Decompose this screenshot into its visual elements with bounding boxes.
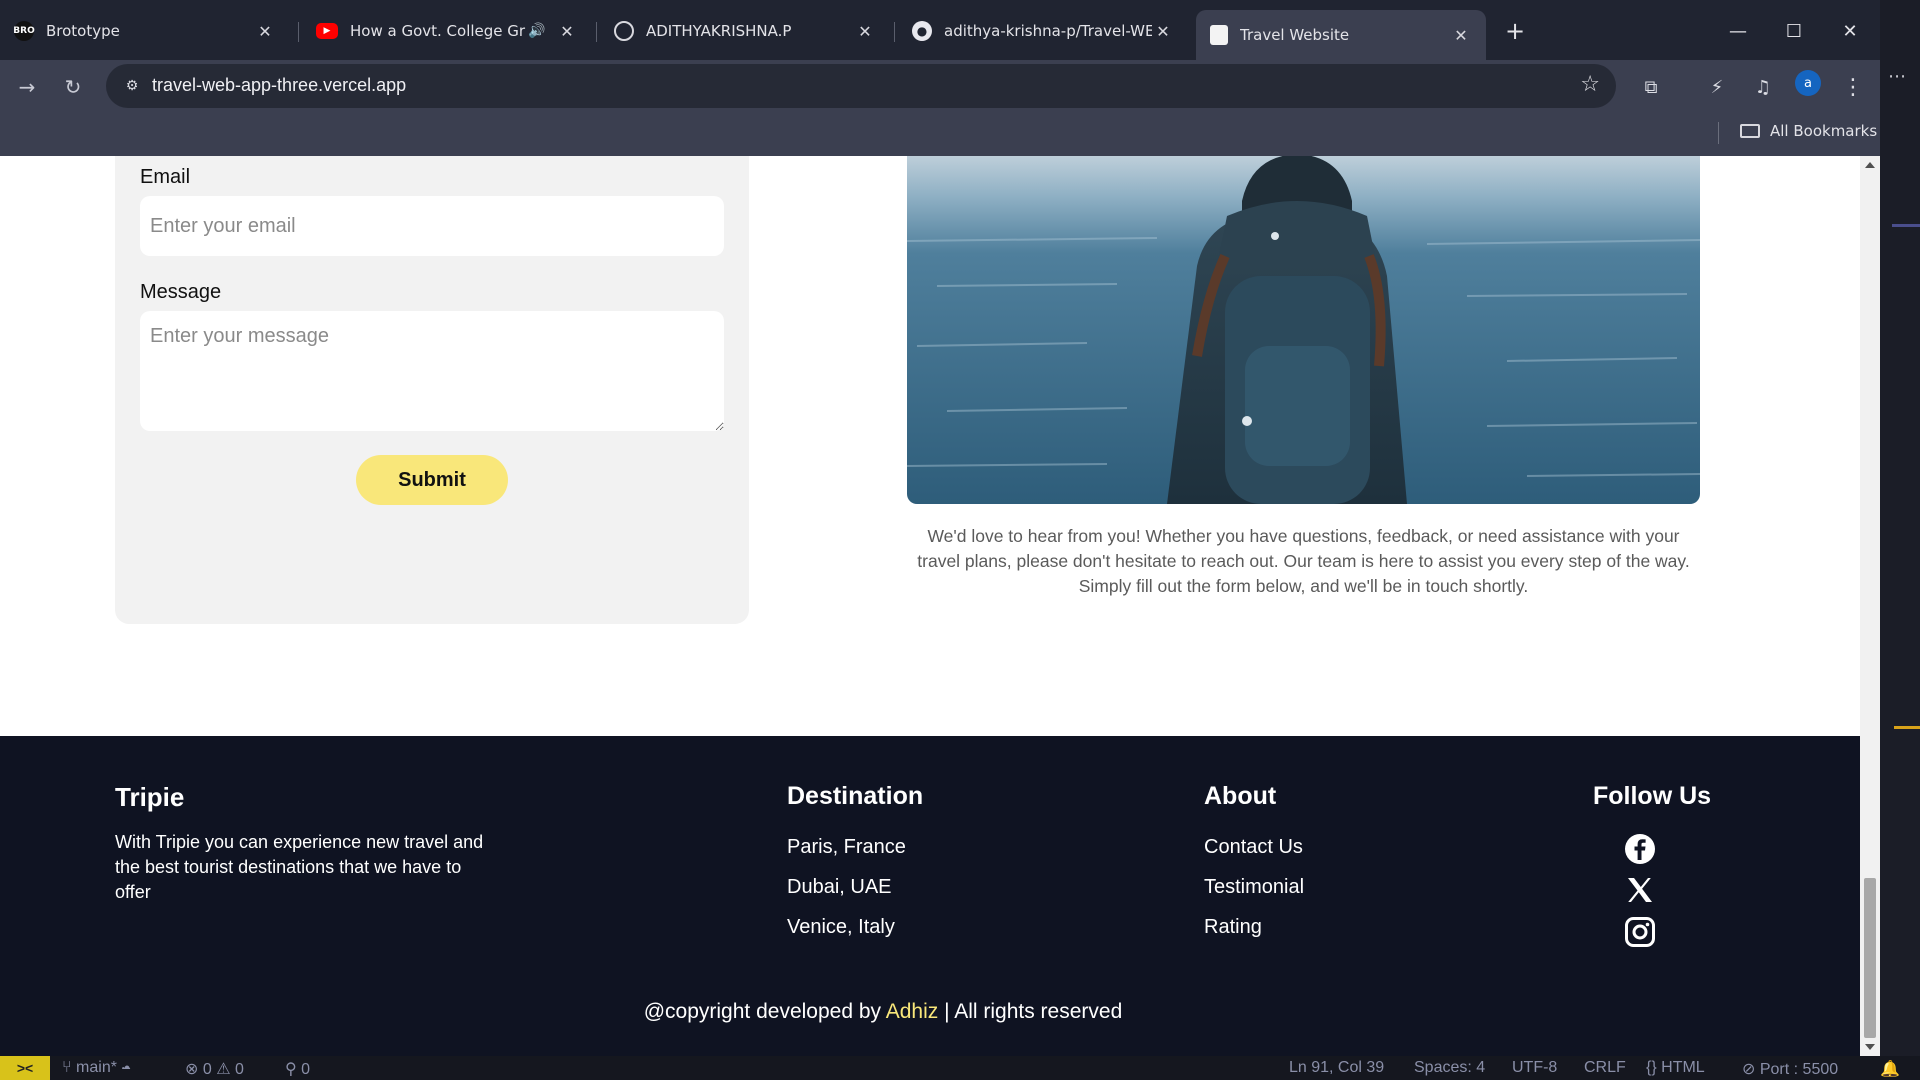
window-close-icon[interactable]: ✕ [1830, 14, 1870, 48]
follow-heading: Follow Us [1593, 782, 1712, 810]
url-text: travel-web-app-three.vercel.app [152, 75, 407, 95]
copyright-suffix: | All rights reserved [938, 1000, 1123, 1023]
tab-brototype[interactable]: BRO Brototype ✕ [0, 10, 290, 52]
developer-name[interactable]: Adhiz [886, 1000, 939, 1023]
copyright-prefix: @copyright developed by [643, 1000, 886, 1023]
editor-status-bar: >< ⑂ main* ☁ ⊗ 0 ⚠ 0 ⚲ 0 Ln 91, Col 39 S… [0, 1056, 1920, 1080]
site-footer: Tripie With Tripie you can experience ne… [0, 736, 1860, 1056]
tab-portfolio[interactable]: ADITHYAKRISHNA.P ✕ [600, 10, 890, 52]
close-tab-icon[interactable]: ✕ [1152, 20, 1174, 42]
browser-tab-strip: BRO Brototype ✕ ▶ How a Govt. College Gr… [0, 0, 1880, 60]
about-link-contact[interactable]: Contact Us [1204, 836, 1303, 859]
tab-youtube-video[interactable]: ▶ How a Govt. College Grad B 🔊 ✕ [302, 10, 592, 52]
all-bookmarks-button[interactable]: All Bookmarks [1740, 122, 1877, 140]
bookmark-star-icon[interactable]: ☆ [1580, 72, 1600, 97]
contact-intro-text: We'd love to hear from you! Whether you … [917, 526, 1690, 596]
bookmarks-bar: All Bookmarks [0, 112, 1880, 156]
globe-icon [614, 21, 634, 41]
remote-indicator-icon[interactable]: >< [0, 1056, 50, 1080]
minimize-icon[interactable]: — [1718, 14, 1758, 48]
instagram-icon[interactable] [1624, 916, 1656, 948]
about-link-rating[interactable]: Rating [1204, 916, 1262, 939]
extensions-icon[interactable]: ⧉ [1636, 72, 1666, 102]
forward-icon[interactable]: → [10, 70, 44, 104]
minimap-marker [1892, 224, 1920, 227]
new-tab-button[interactable]: + [1500, 16, 1530, 46]
email-field[interactable] [140, 196, 724, 256]
message-label: Message [140, 281, 222, 303]
profile-avatar[interactable]: a [1795, 70, 1821, 96]
ports-indicator[interactable]: ⚲ 0 [285, 1059, 310, 1079]
footer-copyright: @copyright developed by Adhiz | All righ… [0, 1000, 1766, 1024]
destination-heading: Destination [787, 782, 924, 810]
language-mode[interactable]: {} HTML [1646, 1059, 1705, 1077]
port-label: Port : 5500 [1759, 1061, 1839, 1078]
notifications-bell-icon[interactable]: 🔔 [1880, 1059, 1900, 1079]
tab-github-repo[interactable]: ● adithya-krishna-p/Travel-WEB-/ ✕ [898, 10, 1188, 52]
encoding[interactable]: UTF-8 [1512, 1059, 1557, 1077]
maximize-icon[interactable]: ☐ [1774, 14, 1814, 48]
about-link-testimonial[interactable]: Testimonial [1204, 876, 1304, 899]
tab-title: How a Govt. College Grad B [350, 22, 526, 40]
address-bar[interactable]: ⚙ travel-web-app-three.vercel.app ☆ [106, 64, 1616, 108]
line-ending[interactable]: CRLF [1584, 1059, 1626, 1077]
tab-title: Travel Website [1240, 26, 1350, 44]
media-controls-icon[interactable]: ♫ [1748, 72, 1778, 102]
cursor-position[interactable]: Ln 91, Col 39 [1289, 1059, 1384, 1077]
ports-count: 0 [301, 1061, 311, 1078]
error-count: 0 [202, 1061, 212, 1078]
tab-travel-website[interactable]: Travel Website ✕ [1196, 10, 1486, 60]
branch-indicator[interactable]: ⑂ main* ☁ [62, 1059, 131, 1077]
footer-description: With Tripie you can experience new trave… [115, 832, 484, 902]
page-scrollbar[interactable] [1860, 156, 1880, 1056]
page-viewport: Email Message Submit [0, 156, 1860, 1056]
folder-icon [1740, 124, 1760, 138]
tab-separator [298, 22, 299, 42]
browser-toolbar: → ↻ ⚙ travel-web-app-three.vercel.app ☆ … [0, 60, 1880, 112]
live-server-port[interactable]: ⊘ Port : 5500 [1742, 1059, 1838, 1079]
scroll-down-icon[interactable] [1865, 1044, 1875, 1050]
x-icon[interactable] [1624, 874, 1656, 906]
all-bookmarks-label: All Bookmarks [1770, 122, 1878, 140]
about-heading: About [1204, 782, 1277, 810]
email-label: Email [140, 166, 191, 188]
close-tab-icon[interactable]: ✕ [1450, 24, 1472, 46]
close-tab-icon[interactable]: ✕ [556, 20, 578, 42]
performance-icon[interactable]: ⚡ [1702, 72, 1732, 102]
scroll-up-icon[interactable] [1865, 162, 1875, 168]
tab-separator [596, 22, 597, 42]
speaker-icon[interactable]: 🔊 [526, 20, 548, 42]
footer-brand: Tripie [115, 782, 185, 812]
editor-side-strip: ⋯ [1880, 0, 1920, 1080]
destination-link-dubai[interactable]: Dubai, UAE [787, 876, 892, 899]
site-settings-icon[interactable]: ⚙ [120, 74, 144, 98]
bro-logo-icon: BRO [13, 21, 35, 41]
destination-link-venice[interactable]: Venice, Italy [787, 916, 895, 939]
problems-indicator[interactable]: ⊗ 0 ⚠ 0 [185, 1059, 244, 1079]
tab-separator [894, 22, 895, 42]
github-icon: ● [912, 21, 932, 41]
traveler-photo [907, 156, 1700, 504]
menu-kebab-icon[interactable]: ⋮ [1838, 72, 1868, 102]
page-icon [1210, 25, 1228, 45]
close-tab-icon[interactable]: ✕ [254, 20, 276, 42]
bookmarks-divider [1718, 122, 1719, 144]
tab-title: Brototype [46, 22, 120, 40]
tab-title: ADITHYAKRISHNA.P [646, 22, 792, 40]
language-label: HTML [1661, 1059, 1705, 1076]
warning-count: 0 [235, 1061, 244, 1078]
tab-title: adithya-krishna-p/Travel-WEB-/ [944, 22, 1152, 40]
branch-name: main* [76, 1059, 117, 1076]
reload-icon[interactable]: ↻ [56, 70, 90, 104]
minimap-marker [1894, 726, 1920, 729]
indentation[interactable]: Spaces: 4 [1414, 1059, 1485, 1077]
message-field[interactable] [140, 311, 724, 431]
close-tab-icon[interactable]: ✕ [854, 20, 876, 42]
youtube-icon: ▶ [316, 23, 338, 39]
destination-link-paris[interactable]: Paris, France [787, 836, 906, 859]
submit-button[interactable]: Submit [356, 455, 508, 505]
more-icon[interactable]: ⋯ [1888, 66, 1906, 87]
scrollbar-thumb[interactable] [1864, 878, 1876, 1038]
facebook-icon[interactable] [1624, 833, 1656, 865]
